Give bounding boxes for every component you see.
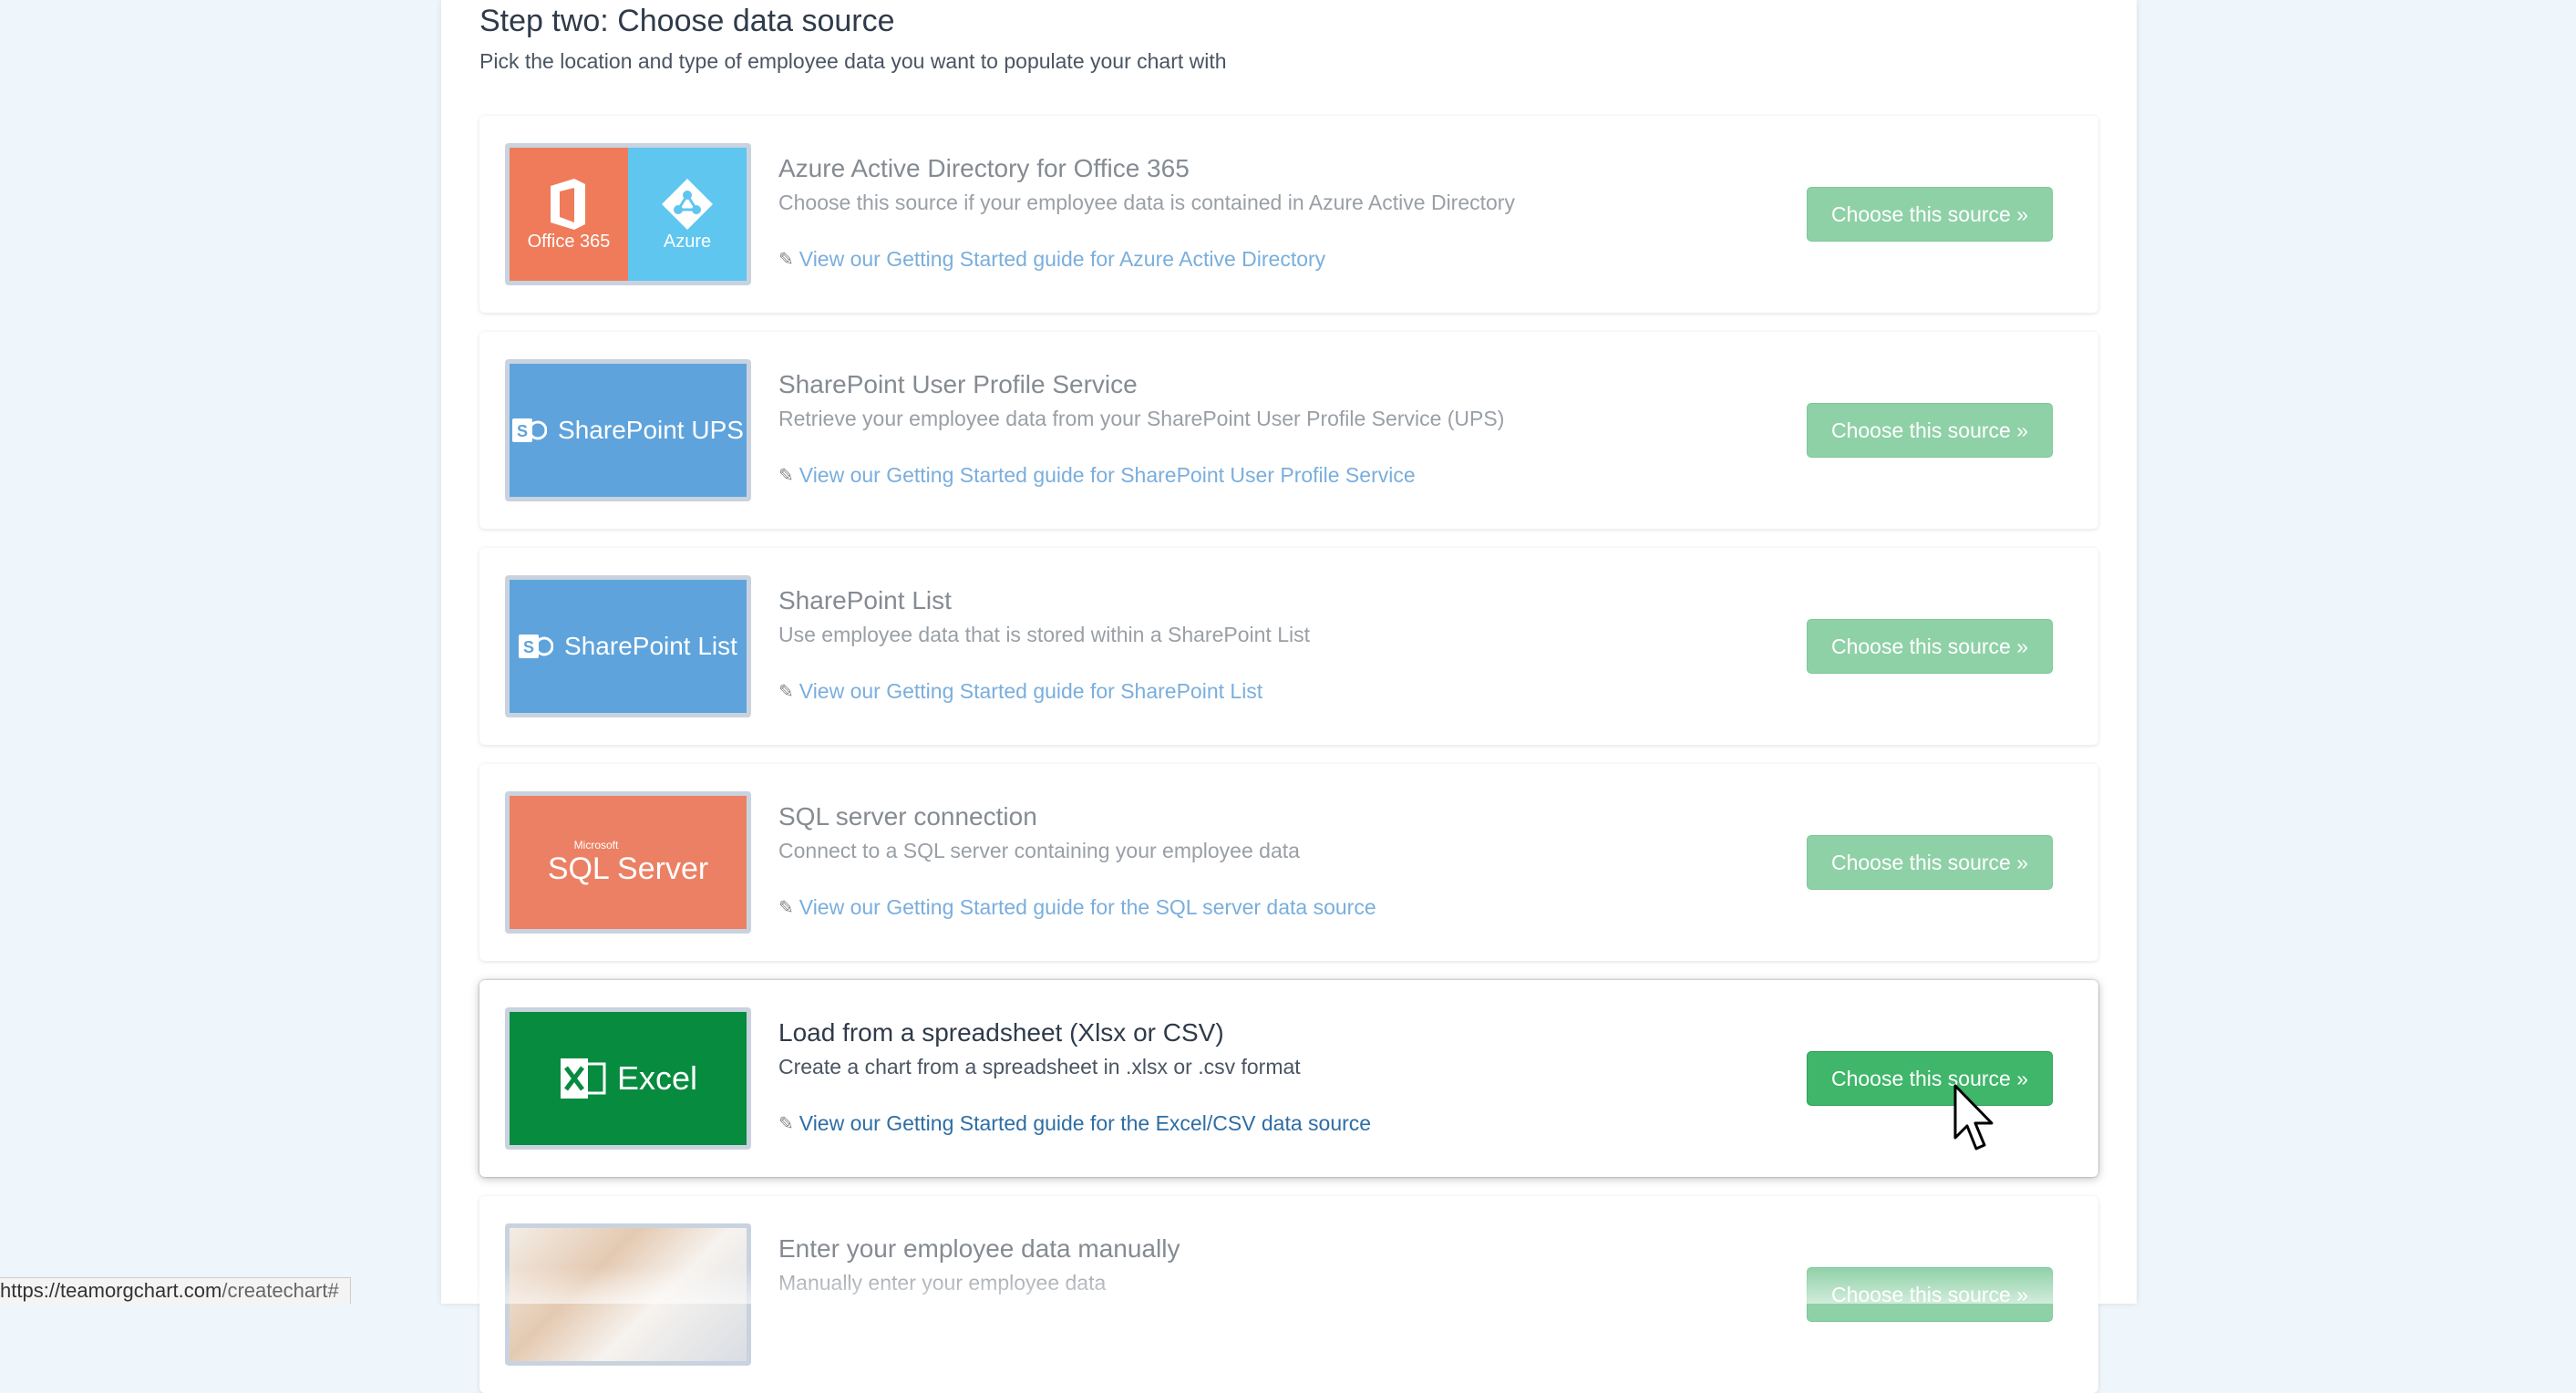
choose-source-button-sql-server[interactable]: Choose this source » [1807, 835, 2053, 890]
sharepoint-list-label: SharePoint List [564, 632, 737, 660]
excel-logo: Excel [505, 1007, 751, 1150]
sharepoint-list-logo: S SharePoint List [505, 575, 751, 717]
choose-source-button-manual[interactable]: Choose this source » [1807, 1267, 2053, 1322]
choose-source-button-sharepoint-ups[interactable]: Choose this source » [1807, 403, 2053, 458]
azure-icon [662, 178, 713, 230]
guide-link-excel[interactable]: ✎ View our Getting Started guide for the… [778, 1111, 1371, 1136]
status-url-domain: https://teamorgchart.com [0, 1279, 222, 1302]
source-card-text: Azure Active Directory for Office 365 Ch… [778, 154, 1770, 215]
source-title: SharePoint User Profile Service [778, 370, 1138, 398]
guide-link-sql-server[interactable]: ✎ View our Getting Started guide for the… [778, 895, 1376, 920]
manual-entry-photo [505, 1223, 751, 1366]
svg-text:S: S [517, 422, 528, 440]
paperclip-icon: ✎ [778, 1114, 794, 1134]
source-title: SharePoint List [778, 586, 952, 614]
choose-source-button-azure[interactable]: Choose this source » [1807, 187, 2053, 242]
source-description: Retrieve your employee data from your Sh… [778, 407, 1505, 430]
source-card-text: Load from a spreadsheet (Xlsx or CSV) Cr… [778, 1018, 1770, 1079]
sharepoint-icon: S [512, 418, 548, 442]
paperclip-icon: ✎ [778, 682, 794, 702]
source-title: Enter your employee data manually [778, 1234, 1180, 1263]
guide-link-text[interactable]: View our Getting Started guide for Share… [799, 463, 1416, 488]
source-card-text: SharePoint List Use employee data that i… [778, 586, 1770, 647]
azure-label: Azure [663, 231, 712, 252]
choose-source-button-excel[interactable]: Choose this source » [1807, 1051, 2053, 1106]
sql-server-label: SQL Server [547, 851, 709, 886]
page-subtitle: Pick the location and type of employee d… [479, 49, 1227, 73]
source-card-sharepoint-ups: S SharePoint UPS SharePoint User Profile… [479, 332, 2098, 529]
source-title: SQL server connection [778, 802, 1037, 831]
paperclip-icon: ✎ [778, 898, 794, 918]
guide-link-azure[interactable]: ✎ View our Getting Started guide for Azu… [778, 247, 1325, 272]
source-description: Create a chart from a spreadsheet in .xl… [778, 1055, 1301, 1078]
sharepoint-ups-label: SharePoint UPS [558, 416, 744, 444]
azure-office365-logo: Office 365 Azure [505, 143, 751, 285]
source-title: Load from a spreadsheet (Xlsx or CSV) [778, 1018, 1224, 1047]
excel-icon [560, 1058, 606, 1099]
page-title: Step two: Choose data source [479, 4, 895, 38]
mouse-cursor-icon [1953, 1084, 1994, 1151]
source-card-sql-server: Microsoft SQL Server SQL server connecti… [479, 764, 2098, 961]
microsoft-label: Microsoft [573, 838, 619, 851]
excel-label: Excel [616, 1059, 698, 1097]
source-card-text: SharePoint User Profile Service Retrieve… [778, 370, 1770, 431]
office365-label: Office 365 [527, 231, 611, 252]
guide-link-sharepoint-ups[interactable]: ✎ View our Getting Started guide for Sha… [778, 463, 1416, 488]
source-card-text: Enter your employee data manually Manual… [778, 1234, 1770, 1295]
source-title: Azure Active Directory for Office 365 [778, 154, 1190, 182]
source-description: Connect to a SQL server containing your … [778, 839, 1300, 862]
guide-link-text[interactable]: View our Getting Started guide for Share… [799, 679, 1262, 704]
source-card-sharepoint-list: S SharePoint List SharePoint List Use em… [479, 548, 2098, 745]
sharepoint-icon: S [519, 635, 554, 658]
source-card-text: SQL server connection Connect to a SQL s… [778, 802, 1770, 863]
guide-link-sharepoint-list[interactable]: ✎ View our Getting Started guide for Sha… [778, 679, 1262, 704]
status-url-path: /createchart# [222, 1279, 339, 1302]
main-panel: Step two: Choose data source Pick the lo… [441, 0, 2137, 1393]
choose-source-button-sharepoint-list[interactable]: Choose this source » [1807, 619, 2053, 674]
browser-status-bar: https://teamorgchart.com/createchart# [0, 1277, 351, 1304]
source-description: Use employee data that is stored within … [778, 623, 1310, 646]
sharepoint-ups-logo: S SharePoint UPS [505, 359, 751, 501]
guide-link-text[interactable]: View our Getting Started guide for the E… [799, 1111, 1371, 1136]
sql-server-logo: Microsoft SQL Server [505, 791, 751, 934]
source-description: Choose this source if your employee data… [778, 191, 1515, 214]
source-card-manual: Enter your employee data manually Manual… [479, 1196, 2098, 1393]
source-card-excel: Excel Load from a spreadsheet (Xlsx or C… [479, 980, 2098, 1177]
source-description: Manually enter your employee data [778, 1271, 1107, 1295]
guide-link-text[interactable]: View our Getting Started guide for the S… [799, 895, 1376, 920]
paperclip-icon: ✎ [778, 466, 794, 486]
office365-icon [551, 178, 585, 230]
paperclip-icon: ✎ [778, 250, 794, 270]
svg-text:S: S [523, 638, 534, 656]
source-card-azure: Office 365 Azure Azure Active Directory … [479, 116, 2098, 313]
guide-link-text[interactable]: View our Getting Started guide for Azure… [799, 247, 1325, 272]
